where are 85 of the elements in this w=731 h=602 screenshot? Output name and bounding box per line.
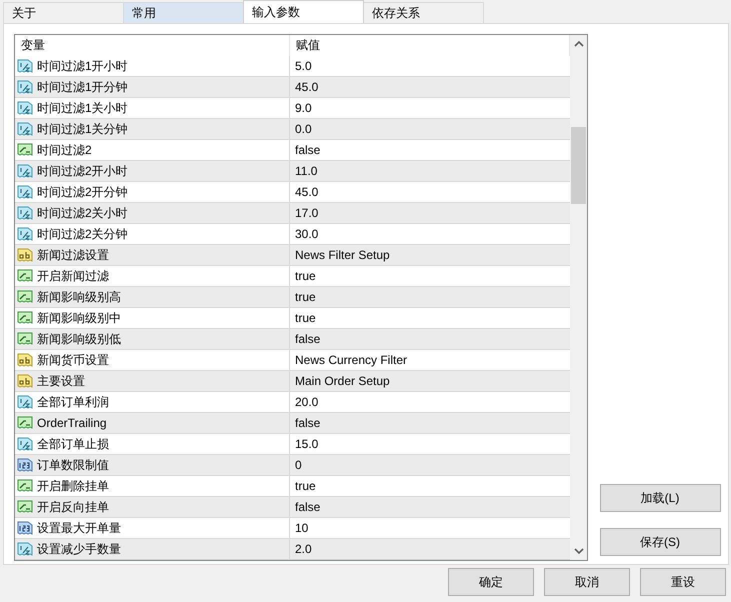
side-button[interactable]: 保存(S) [600, 528, 720, 556]
parameter-name: 新闻影响级别高 [37, 288, 121, 306]
parameter-name: 时间过滤2开小时 [37, 162, 128, 180]
parameter-value[interactable]: 15.0 [290, 434, 570, 454]
toggle-icon [17, 478, 33, 494]
tab[interactable]: 依存关系 [363, 2, 484, 23]
parameter-value[interactable]: News Filter Setup [290, 245, 570, 265]
fraction-icon [17, 394, 33, 410]
parameter-name: 时间过滤1关小时 [37, 100, 128, 116]
parameter-name: 设置减少手数量 [37, 540, 121, 558]
parameter-value[interactable]: 0.0 [290, 119, 570, 139]
tab[interactable]: 输入参数 [243, 0, 364, 23]
parameter-value[interactable]: 11.0 [290, 161, 570, 181]
parameter-value[interactable]: true [290, 476, 570, 496]
side-button[interactable]: 加载(L) [600, 484, 720, 512]
tab[interactable]: 常用 [123, 2, 244, 23]
fraction-icon [17, 541, 33, 557]
text-type-icon [17, 247, 33, 263]
parameter-value[interactable]: true [290, 308, 570, 328]
parameter-value[interactable]: 30.0 [290, 224, 570, 244]
toggle-icon [17, 289, 33, 305]
fraction-icon [17, 121, 33, 137]
parameter-name: OrderTrailing [37, 416, 107, 430]
parameter-value[interactable]: 17.0 [290, 203, 570, 223]
parameter-name: 时间过滤2 [37, 142, 92, 158]
fraction-icon [17, 79, 33, 95]
dialog-button[interactable]: 重设 [640, 568, 726, 596]
toggle-icon [17, 331, 33, 347]
parameter-value[interactable]: 5.0 [290, 56, 570, 76]
parameter-name: 设置最大开单量 [37, 520, 121, 536]
parameter-name: 开启反向挂单 [37, 498, 109, 516]
parameter-name: 订单数限制值 [37, 456, 109, 474]
parameter-value[interactable]: 45.0 [290, 182, 570, 202]
parameter-value[interactable]: false [290, 329, 570, 349]
parameter-name: 全部订单止损 [37, 436, 109, 452]
text-type-icon [17, 373, 33, 389]
fraction-icon [17, 436, 33, 452]
parameter-value[interactable]: 2.0 [290, 539, 570, 559]
parameter-name: 时间过滤2开分钟 [37, 184, 128, 200]
parameter-value[interactable]: 9.0 [290, 98, 570, 118]
parameter-value[interactable]: 0 [290, 455, 570, 475]
parameter-name: 时间过滤1关分钟 [37, 120, 128, 138]
parameter-name: 开启删除挂单 [37, 478, 109, 494]
dialog-button[interactable]: 取消 [544, 568, 630, 596]
toggle-icon [17, 310, 33, 326]
parameter-name: 时间过滤2关小时 [37, 204, 128, 222]
fraction-icon [17, 184, 33, 200]
toggle-icon [17, 142, 33, 158]
integer-icon [17, 520, 33, 536]
fraction-icon [17, 100, 33, 116]
toggle-icon [17, 268, 33, 284]
fraction-icon [17, 58, 33, 74]
parameter-value[interactable]: 10 [290, 518, 570, 538]
parameter-value[interactable]: true [290, 287, 570, 307]
text-type-icon [17, 352, 33, 368]
parameter-value[interactable]: false [290, 140, 570, 160]
parameter-name: 时间过滤1开小时 [37, 58, 128, 74]
toggle-icon [17, 499, 33, 515]
parameter-name: 新闻影响级别中 [37, 310, 121, 326]
fraction-icon [17, 205, 33, 221]
scroll-down-icon[interactable] [574, 547, 584, 555]
integer-icon [17, 457, 33, 473]
parameter-name: 时间过滤1开分钟 [37, 78, 128, 96]
parameter-value[interactable]: false [290, 497, 570, 517]
parameter-value[interactable]: 45.0 [290, 77, 570, 97]
toggle-icon [17, 415, 33, 431]
parameter-name: 全部订单利润 [37, 394, 109, 410]
tab[interactable]: 关于 [3, 2, 124, 23]
scrollbar-thumb[interactable] [571, 127, 586, 204]
parameter-value[interactable]: News Currency Filter [290, 350, 570, 370]
scroll-up-icon[interactable] [574, 40, 584, 48]
parameter-name: 新闻货币设置 [37, 352, 109, 368]
parameter-name: 时间过滤2关分钟 [37, 226, 128, 242]
parameter-name: 主要设置 [37, 372, 85, 390]
column-header[interactable]: 变量 [15, 35, 290, 56]
fraction-icon [17, 163, 33, 179]
parameter-name: 新闻过滤设置 [37, 246, 109, 264]
parameter-name: 新闻影响级别低 [37, 330, 121, 348]
parameter-value[interactable]: false [290, 413, 570, 433]
dialog-button[interactable]: 确定 [448, 568, 534, 596]
parameter-name: 开启新闻过滤 [37, 268, 109, 284]
fraction-icon [17, 226, 33, 242]
parameter-value[interactable]: true [290, 266, 570, 286]
parameter-value[interactable]: Main Order Setup [290, 371, 570, 391]
parameter-value[interactable]: 20.0 [290, 392, 570, 412]
